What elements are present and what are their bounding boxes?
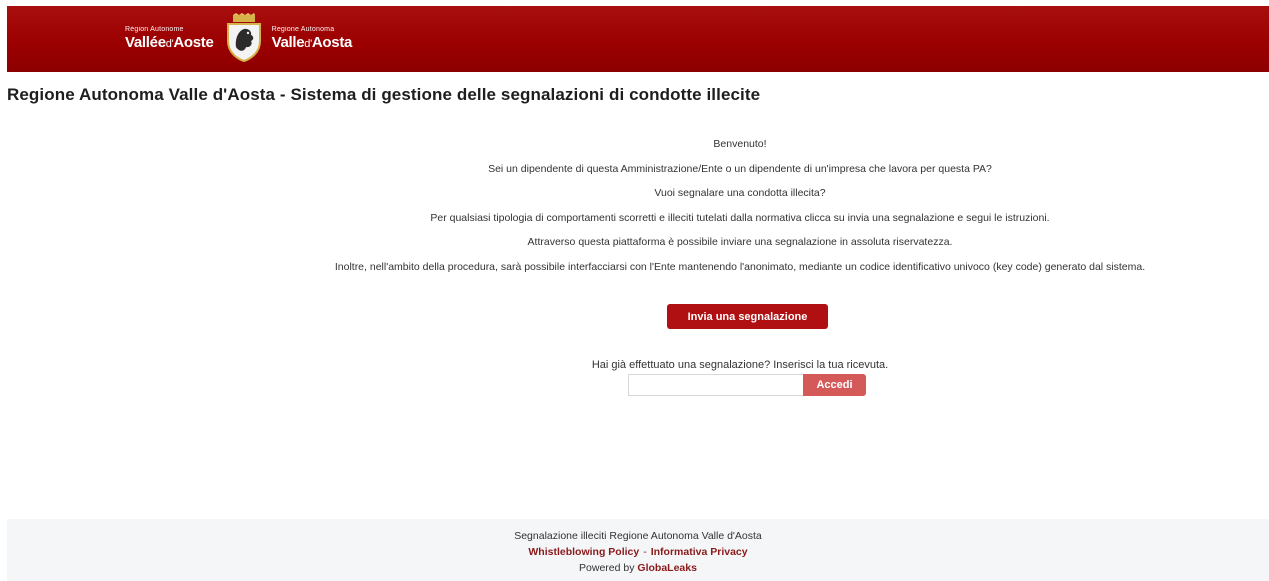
footer-link-separator: -: [643, 546, 647, 558]
intro-line-report-question: Vuoi segnalare una condotta illecita?: [654, 187, 826, 199]
logo-french-name: Valléed'Aoste: [125, 34, 214, 51]
intro-line-employee-question: Sei un dipendente di questa Amministrazi…: [488, 162, 992, 175]
logo-french-subtitle: Région Autonome: [125, 26, 184, 33]
powered-by-label: Powered by: [579, 562, 635, 574]
footer-site-name: Segnalazione illeciti Regione Autonoma V…: [514, 530, 762, 542]
top-header: Région Autonome Valléed'Aoste Regione Au…: [7, 6, 1269, 72]
whistleblowing-policy-link[interactable]: Whistleblowing Policy: [528, 546, 639, 558]
logo-text-italian: Regione Autonoma Valled'Aosta: [272, 26, 353, 50]
globaleaks-link[interactable]: GlobaLeaks: [637, 562, 697, 574]
coat-of-arms-icon: [226, 13, 261, 63]
intro-line-instructions: Per qualsiasi tipologia di comportamenti…: [430, 211, 1050, 224]
footer-policy-links: Whistleblowing Policy - Informativa Privac…: [7, 544, 1269, 560]
receipt-input[interactable]: [628, 374, 803, 396]
intro-line-welcome: Benvenuto!: [713, 138, 767, 150]
login-button[interactable]: Accedi: [803, 374, 866, 396]
intro-line-confidentiality: Attraverso questa piattaforma è possibil…: [527, 236, 953, 248]
privacy-policy-link[interactable]: Informativa Privacy: [651, 546, 748, 558]
footer-powered-by: Powered by GlobaLeaks: [7, 560, 1269, 576]
page-footer: Segnalazione illeciti Regione Autonoma V…: [7, 519, 1269, 581]
welcome-text: Benvenuto! Sei un dipendente di questa A…: [200, 132, 1269, 279]
intro-line-anonymity: Inoltre, nell'ambito della procedura, sa…: [334, 260, 1146, 273]
submit-report-button[interactable]: Invia una segnalazione: [667, 304, 828, 329]
logo-italian-subtitle: Regione Autonoma: [271, 26, 335, 33]
receipt-login-form: Accedi: [628, 374, 866, 396]
page-title: Regione Autonoma Valle d'Aosta - Sistema…: [7, 85, 761, 104]
logo-text-french: Région Autonome Valléed'Aoste: [125, 26, 214, 50]
region-logo[interactable]: Région Autonome Valléed'Aoste Regione Au…: [125, 12, 352, 64]
receipt-prompt: Hai già effettuato una segnalazione? Ins…: [591, 359, 889, 371]
logo-italian-name: Valled'Aosta: [271, 34, 353, 51]
